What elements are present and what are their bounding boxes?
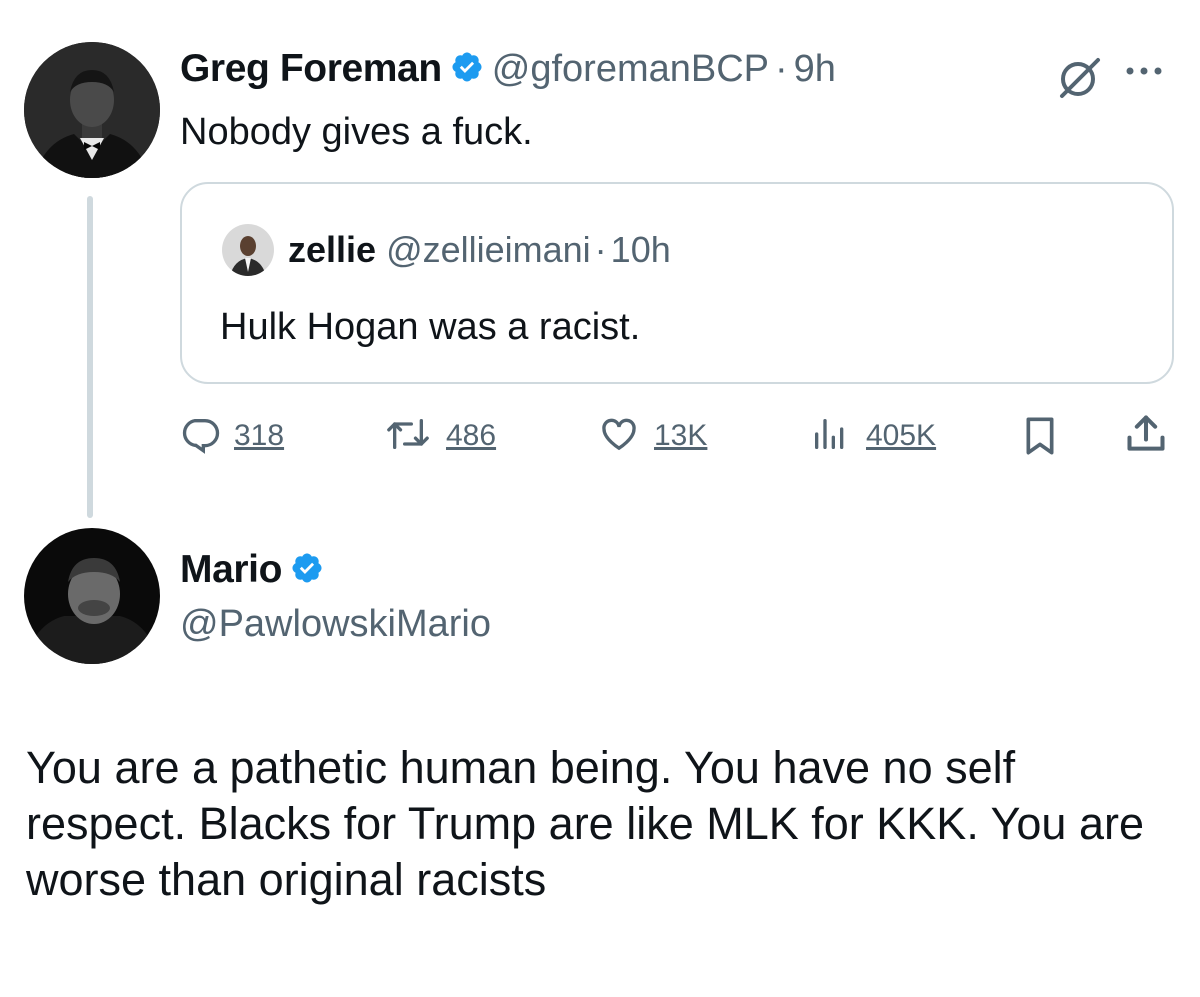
reply-button[interactable]: 318 <box>180 412 284 460</box>
tweet1-text: Nobody gives a fuck. <box>180 111 533 153</box>
quoted-author-name[interactable]: zellie <box>288 229 376 271</box>
views-button[interactable]: 405K <box>808 412 936 460</box>
greg-foreman-avatar[interactable] <box>24 42 160 178</box>
views-count: 405K <box>866 419 937 452</box>
tweet1-time[interactable]: 9h <box>794 48 836 91</box>
quoted-text: Hulk Hogan was a racist. <box>220 306 641 348</box>
quoted-tweet-card[interactable]: zellie @zellieimani · 10h Hulk Hogan was… <box>180 182 1174 384</box>
reply-author-name[interactable]: Mario <box>180 548 282 592</box>
like-count: 13K <box>654 419 708 452</box>
tweet1-author-name[interactable]: Greg Foreman <box>180 47 442 91</box>
quoted-tweet-header: zellie @zellieimani · 10h <box>222 224 671 276</box>
verified-badge-icon <box>290 551 324 590</box>
reply-count: 318 <box>234 419 285 452</box>
thread-connector-line <box>87 196 93 518</box>
like-icon <box>598 414 640 459</box>
quoted-time[interactable]: 10h <box>611 229 671 271</box>
views-icon <box>808 414 852 459</box>
tweet1-header: Greg Foreman @gforemanBCP · 9h <box>180 44 836 94</box>
reply-text: You are a pathetic human being. You have… <box>26 742 1144 905</box>
zellie-avatar[interactable] <box>222 224 274 276</box>
tweet1-handle[interactable]: @gforemanBCP <box>492 48 769 91</box>
retweet-count: 486 <box>446 419 497 452</box>
mario-avatar[interactable] <box>24 528 160 664</box>
share-icon[interactable] <box>1124 412 1168 461</box>
bookmark-icon[interactable] <box>1020 414 1060 463</box>
quoted-separator: · <box>594 229 607 270</box>
reply-author-handle[interactable]: @PawlowskiMario <box>180 600 491 648</box>
retweet-icon <box>384 414 432 459</box>
more-icon[interactable] <box>1116 56 1172 86</box>
tweet1-separator: · <box>775 47 788 90</box>
reply-icon <box>180 414 220 459</box>
like-button[interactable]: 13K <box>598 412 707 460</box>
grok-icon[interactable] <box>1054 52 1106 104</box>
retweet-button[interactable]: 486 <box>384 412 496 460</box>
quoted-handle[interactable]: @zellieimani <box>386 229 591 271</box>
verified-badge-icon <box>450 50 484 89</box>
reply-author-header: Mario <box>180 545 324 595</box>
